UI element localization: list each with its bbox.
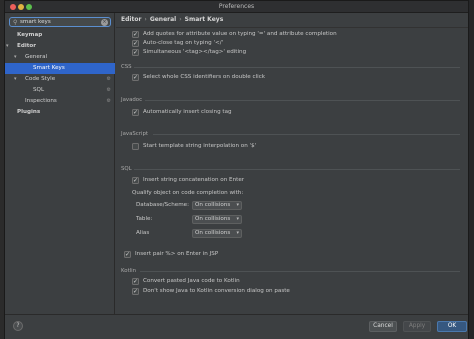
hide-conversion-dialog-label: Don't show Java to Kotlin conversion dia… — [143, 288, 290, 294]
desktop-background-right — [469, 0, 474, 339]
table-select[interactable]: On collisions ▾ — [192, 215, 242, 224]
help-icon[interactable]: ? — [13, 321, 23, 331]
auto-close-tag-checkbox[interactable] — [132, 39, 139, 48]
title-bar: Preferences — [5, 1, 468, 13]
expand-arrow-icon[interactable]: ▾ — [14, 52, 17, 63]
settings-content-panel: Editor›General›Smart Keys Add quotes for… — [116, 13, 468, 314]
breadcrumb-smart-keys: Smart Keys — [184, 16, 224, 23]
auto-close-tag-label: Auto-close tag on typing '</' — [143, 40, 224, 46]
convert-java-to-kotlin-label: Convert pasted Java code to Kotlin — [143, 278, 240, 284]
expand-arrow-icon[interactable]: ▾ — [6, 41, 9, 52]
section-kotlin-title: Kotlin — [121, 268, 137, 274]
section-javascript-divider — [153, 134, 460, 135]
database-scheme-label: Database/Scheme: — [136, 202, 189, 208]
preferences-window: Preferences ⚲ × Keymap▾Editor▾GeneralSma… — [4, 0, 469, 339]
tree-item-smart-keys[interactable]: Smart Keys — [5, 63, 115, 74]
table-value: On collisions — [195, 216, 231, 222]
template-interpolation-checkbox[interactable] — [132, 143, 139, 150]
tree-item-plugins[interactable]: Plugins — [5, 107, 115, 118]
section-kotlin-divider — [140, 271, 460, 272]
apply-button[interactable]: Apply — [403, 321, 431, 332]
simultaneous-tag-editing-label: Simultaneous '<tag></tag>' editing — [143, 49, 247, 55]
settings-tree: Keymap ▾ Editor ▾ General Smart Keys ▾ Code Sty… — [5, 30, 115, 118]
ok-button[interactable]: OK — [437, 321, 467, 332]
tree-item-general[interactable]: ▾ General — [5, 52, 115, 63]
settings-search-input[interactable] — [20, 18, 100, 26]
project-settings-icon: ⚙ — [106, 76, 111, 82]
project-settings-icon: ⚙ — [106, 98, 111, 104]
breadcrumb-divider — [116, 27, 468, 28]
breadcrumb-general: General — [149, 16, 177, 23]
qualify-object-label: Qualify object on code completion with: — [132, 190, 244, 196]
breadcrumb-separator-icon: › — [179, 16, 182, 23]
select-css-identifiers-label: Select whole CSS identifiers on double c… — [143, 74, 266, 80]
tree-item-label: Keymap — [17, 32, 43, 38]
chevron-down-icon: ▾ — [236, 202, 239, 208]
cancel-button[interactable]: Cancel — [369, 321, 397, 332]
tree-item-label: Smart Keys — [33, 65, 65, 71]
hide-conversion-dialog-checkbox[interactable] — [132, 287, 139, 296]
tree-item-code-style[interactable]: ▾ Code Style ⚙ — [5, 74, 115, 85]
string-concatenation-label: Insert string concatenation on Enter — [143, 177, 245, 183]
insert-pair-jsp-label: Insert pair %> on Enter in JSP — [135, 251, 219, 257]
section-javadoc-title: Javadoc — [121, 97, 143, 103]
alias-select[interactable]: On collisions ▾ — [192, 229, 242, 238]
section-javascript-title: JavaScript — [121, 131, 149, 137]
string-concatenation-checkbox[interactable] — [132, 176, 139, 185]
table-label: Table: — [136, 216, 153, 222]
alias-label: Alias — [136, 230, 150, 236]
section-css-title: CSS — [121, 64, 132, 70]
tree-item-label: General — [25, 54, 48, 60]
expand-arrow-icon[interactable]: ▾ — [14, 74, 17, 85]
insert-pair-jsp-checkbox[interactable] — [124, 250, 131, 259]
section-sql-title: SQL — [121, 166, 132, 172]
settings-search-box[interactable]: ⚲ × — [9, 17, 111, 27]
tree-item-label: Editor — [17, 43, 37, 49]
search-icon: ⚲ — [13, 19, 18, 26]
tree-item-label: Inspections — [25, 98, 57, 104]
project-settings-icon: ⚙ — [106, 87, 111, 93]
add-quotes-checkbox[interactable] — [132, 30, 139, 39]
tree-item-keymap[interactable]: Keymap — [5, 30, 115, 41]
tree-item-inspections[interactable]: Inspections ⚙ — [5, 96, 115, 107]
chevron-down-icon: ▾ — [236, 230, 239, 236]
breadcrumb: Editor › General › Smart Keys — [121, 16, 223, 23]
simultaneous-tag-editing-checkbox[interactable] — [132, 48, 139, 57]
database-scheme-value: On collisions — [195, 202, 231, 208]
settings-sidebar: ⚲ × Keymap▾Editor▾GeneralSmart Keys▾Code… — [5, 13, 115, 314]
clear-search-icon[interactable]: × — [101, 19, 108, 26]
chevron-down-icon: ▾ — [236, 216, 239, 222]
breadcrumb-editor: Editor — [121, 16, 142, 23]
select-css-identifiers-checkbox[interactable] — [132, 73, 139, 82]
tree-item-editor[interactable]: ▾ Editor — [5, 41, 115, 52]
insert-closing-tag-label: Automatically insert closing tag — [143, 109, 232, 115]
alias-value: On collisions — [195, 230, 231, 236]
window-title: Preferences — [218, 3, 255, 10]
tree-item-sql[interactable]: SQL ⚙ — [5, 85, 115, 96]
tree-item-label: SQL — [33, 87, 45, 93]
tree-item-label: Code Style — [25, 76, 56, 82]
insert-closing-tag-checkbox[interactable] — [132, 108, 139, 117]
convert-java-to-kotlin-checkbox[interactable] — [132, 277, 139, 286]
add-quotes-label: Add quotes for attribute value on typing… — [143, 31, 337, 37]
section-css-divider — [134, 67, 460, 68]
section-javadoc-divider — [145, 100, 460, 101]
tree-item-label: Plugins — [17, 109, 41, 115]
template-interpolation-label: Start template string interpolation on '… — [143, 143, 257, 149]
breadcrumb-separator-icon: › — [144, 16, 147, 23]
database-scheme-select[interactable]: On collisions ▾ — [192, 201, 242, 210]
section-sql-divider — [134, 169, 460, 170]
dialog-button-bar: ? Cancel Apply OK — [5, 314, 468, 339]
